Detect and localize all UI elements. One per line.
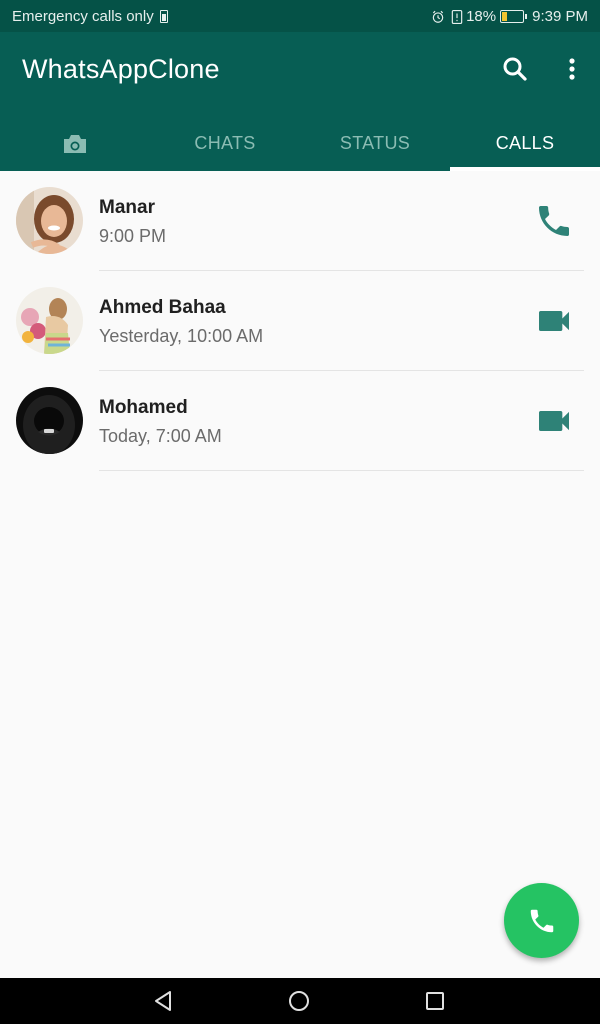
new-call-button[interactable] (504, 883, 579, 958)
tab-chats[interactable]: CHATS (150, 116, 300, 171)
contact-name: Mohamed (99, 397, 188, 418)
call-time: Today, 7:00 AM (99, 426, 222, 446)
call-time: 9:00 PM (99, 226, 167, 246)
battery-percent: 18% (466, 8, 497, 25)
tab-status[interactable]: STATUS (300, 116, 450, 171)
tab-camera[interactable] (0, 116, 150, 171)
camera-icon (64, 134, 86, 153)
battery-icon (500, 10, 528, 23)
search-icon[interactable] (500, 54, 530, 84)
videocam-icon[interactable] (534, 301, 574, 341)
notification-icon (451, 9, 463, 24)
call-row[interactable]: Ahmed Bahaa Yesterday, 10:00 AM (0, 271, 600, 371)
status-right: 18% 9:39 PM (431, 8, 588, 25)
call-row[interactable]: Mohamed Today, 7:00 AM (0, 371, 600, 471)
calls-list: Manar 9:00 PM Ahmed Bahaa Yesterday, 10:… (0, 171, 600, 471)
carrier-text: Emergency calls only (12, 8, 154, 25)
avatar (16, 187, 83, 254)
phone-icon (530, 909, 553, 932)
app-bar: WhatsAppClone CHATS STATUS CALLS (0, 32, 600, 171)
recents-icon[interactable] (425, 991, 445, 1011)
status-bar: Emergency calls only 18% 9:39 PM (0, 0, 600, 32)
tab-calls[interactable]: CALLS (450, 116, 600, 171)
tab-bar: CHATS STATUS CALLS (0, 116, 600, 171)
more-vert-icon[interactable] (560, 54, 584, 84)
avatar (16, 387, 83, 454)
call-time: Yesterday, 10:00 AM (99, 326, 264, 346)
status-left: Emergency calls only (12, 8, 168, 25)
alarm-icon (432, 10, 444, 23)
app-title: WhatsAppClone (22, 54, 220, 84)
home-icon[interactable] (288, 990, 310, 1012)
phone-icon[interactable] (534, 201, 574, 241)
navigation-bar (0, 978, 600, 1024)
avatar (16, 287, 83, 354)
divider (99, 470, 584, 471)
videocam-icon[interactable] (534, 401, 574, 441)
call-row[interactable]: Manar 9:00 PM (0, 171, 600, 271)
contact-name: Manar (99, 197, 155, 218)
clock: 9:39 PM (532, 8, 588, 25)
sim-icon (159, 10, 168, 23)
contact-name: Ahmed Bahaa (99, 297, 226, 318)
back-icon[interactable] (152, 990, 174, 1012)
